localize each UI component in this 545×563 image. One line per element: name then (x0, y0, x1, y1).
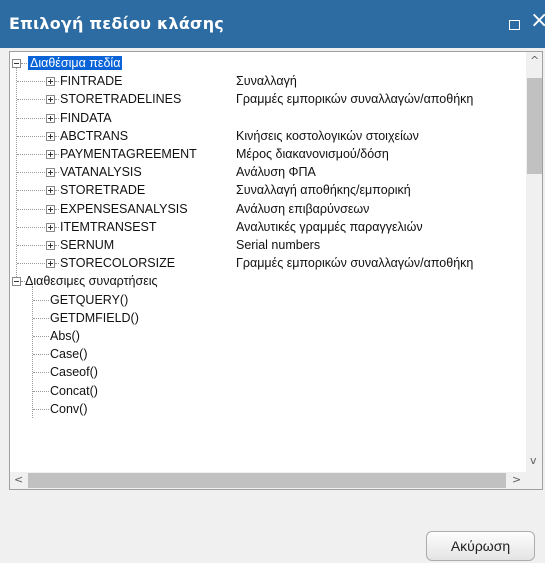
field-description: Serial numbers (236, 238, 321, 252)
field-node[interactable]: EXPENSESANALYSIS (60, 200, 188, 218)
tree-node-label: Διαθέσιμα πεδία (28, 56, 123, 70)
field-name: VATANALYSIS (60, 165, 142, 180)
vertical-scrollbar[interactable]: ^ v (526, 52, 542, 472)
field-name: EXPENSESANALYSIS (60, 201, 188, 216)
field-name: STORETRADELINES (60, 92, 182, 107)
function-node[interactable]: Case() (50, 345, 88, 363)
scroll-up-icon[interactable]: ^ (530, 55, 539, 66)
expand-icon[interactable] (46, 168, 55, 178)
expand-icon[interactable] (46, 259, 55, 269)
function-node[interactable]: Conv() (50, 400, 88, 418)
field-name: FINTRADE (60, 74, 123, 89)
function-node[interactable]: GETQUERY() (50, 291, 128, 309)
title-bar: Επιλογή πεδίου κλάσης × (0, 0, 545, 48)
collapse-icon[interactable] (12, 59, 21, 68)
tree-node-available-functions[interactable]: Διαθεσιμες συναρτήσεις (25, 272, 158, 290)
window-title: Επιλογή πεδίου κλάσης (9, 14, 224, 33)
field-node[interactable]: STORETRADE (60, 181, 145, 199)
field-description: Ανάλυση επιβαρύνσεων (236, 201, 370, 216)
field-name: STORECOLORSIZE (60, 256, 176, 271)
horizontal-scroll-thumb[interactable] (28, 473, 506, 488)
field-name: ITEMTRANSEST (60, 219, 157, 234)
field-name: FINDATA (60, 110, 112, 125)
field-node[interactable]: SERNUM (60, 236, 114, 254)
field-node[interactable]: ABCTRANS (60, 127, 128, 145)
field-description: Γραμμές εμπορικών συναλλαγών/αποθήκη (236, 92, 474, 107)
field-node[interactable]: STORECOLORSIZE (60, 254, 175, 272)
expand-icon[interactable] (46, 186, 55, 196)
field-tree[interactable]: Διαθέσιμα πεδία FINTRADE Συναλλαγή STORETRA… (10, 52, 526, 472)
field-name: STORETRADE (60, 183, 146, 198)
expand-icon[interactable] (46, 131, 55, 141)
field-node[interactable]: ITEMTRANSEST (60, 218, 157, 236)
field-description: Συναλλαγή αποθήκης/εμπορική (236, 183, 411, 198)
scroll-right-icon[interactable]: > (512, 474, 521, 485)
horizontal-scrollbar[interactable]: < > (10, 472, 526, 489)
function-node[interactable]: Abs() (50, 327, 80, 345)
scroll-left-icon[interactable]: < (14, 474, 23, 485)
field-node[interactable]: FINTRADE (60, 72, 123, 90)
expand-icon[interactable] (46, 204, 55, 214)
function-node[interactable]: Caseof() (50, 363, 98, 381)
field-node[interactable]: VATANALYSIS (60, 163, 142, 181)
close-icon[interactable]: × (530, 10, 545, 32)
field-name: ABCTRANS (60, 128, 129, 143)
field-node[interactable]: PAYMENTAGREEMENT (60, 145, 197, 163)
tree-node-available-fields[interactable]: Διαθέσιμα πεδία (28, 54, 123, 72)
field-name: PAYMENTAGREEMENT (60, 147, 197, 161)
expand-icon[interactable] (46, 241, 55, 250)
function-node[interactable]: GETDMFIELD() (50, 309, 139, 327)
expand-icon[interactable] (46, 222, 55, 232)
vertical-scroll-thumb[interactable] (527, 78, 542, 174)
expand-icon[interactable] (46, 113, 55, 123)
expand-icon[interactable] (46, 77, 55, 87)
field-node[interactable]: FINDATA (60, 109, 112, 127)
field-description: Κινήσεις κοστολογικών στοιχείων (236, 128, 419, 143)
field-description: Ανάλυση ΦΠΑ (236, 165, 316, 180)
function-node[interactable]: Concat() (50, 382, 98, 400)
expand-icon[interactable] (46, 150, 55, 159)
maximize-icon[interactable] (509, 20, 520, 30)
field-tree-panel: Διαθέσιμα πεδία FINTRADE Συναλλαγή STORETRA… (9, 51, 543, 490)
expand-icon[interactable] (46, 95, 55, 105)
field-description: Αναλυτικές γραμμές παραγγελιών (236, 219, 423, 234)
field-description: Γραμμές εμπορικών συναλλαγών/αποθήκη (236, 256, 474, 271)
scrollbar-corner (526, 472, 542, 489)
field-description: Συναλλαγή (236, 74, 297, 89)
field-name: SERNUM (60, 238, 115, 252)
scroll-down-icon[interactable]: v (530, 455, 537, 466)
collapse-icon[interactable] (12, 277, 21, 287)
select-class-field-dialog: Επιλογή πεδίου κλάσης × Διαθέσιμα πεδία F… (0, 0, 545, 563)
field-description: Μέρος διακανονισμού/δόση (236, 147, 389, 161)
field-node[interactable]: STORETRADELINES (60, 90, 181, 108)
cancel-button[interactable]: Ακύρωση (426, 531, 535, 561)
